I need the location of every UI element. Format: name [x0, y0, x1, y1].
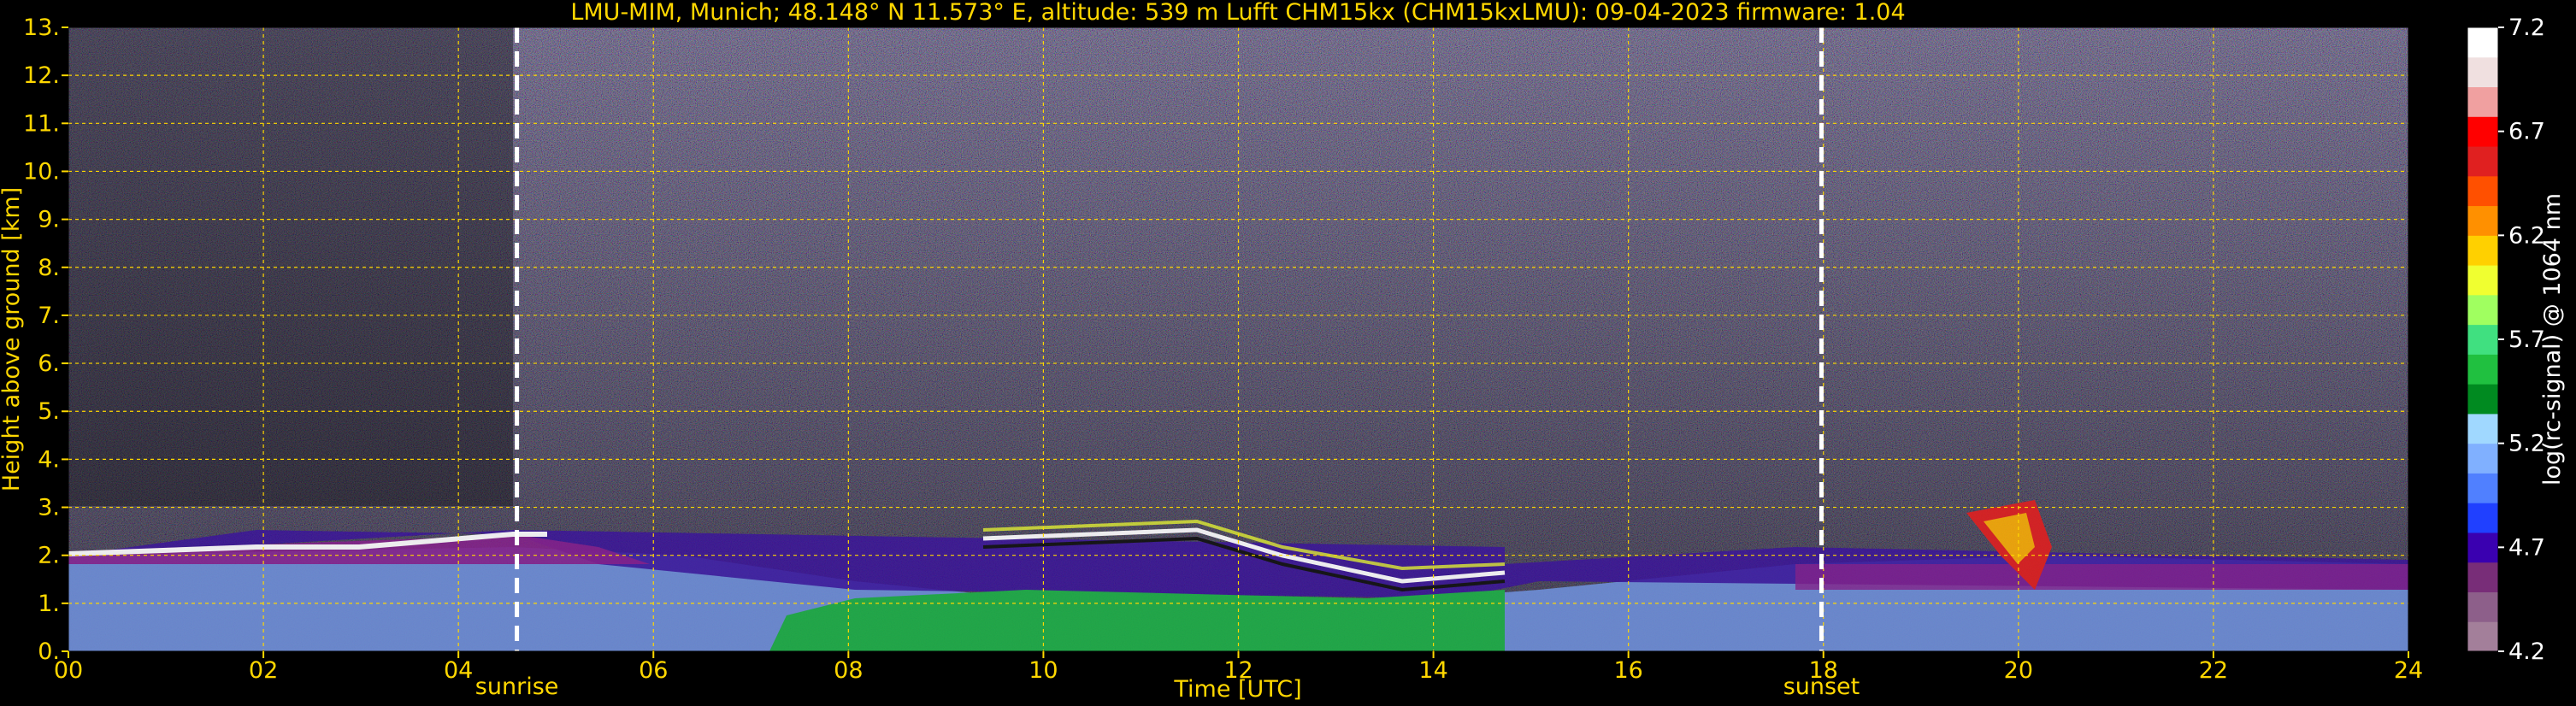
colorbar-swatch	[2467, 591, 2498, 622]
x-tick-label: 20	[2004, 657, 2033, 684]
plot-area	[68, 27, 2408, 651]
colorbar-swatch	[2467, 265, 2498, 296]
colorbar-label: log(rc-signal) @ 1064 nm	[2539, 193, 2566, 485]
colorbar-swatch	[2467, 621, 2498, 652]
colorbar-swatch	[2467, 384, 2498, 415]
x-tick-label: 16	[1613, 657, 1642, 684]
chart-title: LMU-MIM, Munich; 48.148° N 11.573° E, al…	[570, 0, 1905, 26]
y-tick-label: 1.	[38, 591, 60, 617]
colorbar-swatch	[2467, 205, 2498, 236]
colorbar-tick-label: 4.7	[2508, 534, 2545, 561]
marker-label-sunrise: sunrise	[475, 674, 559, 700]
y-tick-label: 10.	[23, 158, 60, 185]
ceilometer-backscatter-chart: LMU-MIM, Munich; 48.148° N 11.573° E, al…	[0, 0, 2566, 703]
x-tick-label: 04	[444, 657, 473, 684]
y-tick-label: 6.	[38, 350, 60, 377]
x-axis-label: Time [UTC]	[1173, 676, 1301, 703]
colorbar: 4.24.75.25.76.26.77.2	[2467, 15, 2545, 665]
x-tick-label: 14	[1418, 657, 1447, 684]
x-tick-label: 24	[2394, 657, 2423, 684]
x-tick-label: 18	[1809, 657, 1838, 684]
x-tick-label: 08	[834, 657, 863, 684]
y-tick-label: 5.	[38, 398, 60, 425]
colorbar-tick-label: 4.2	[2508, 638, 2545, 665]
y-tick-label: 13.	[23, 15, 60, 41]
y-axis-ticks: 0. 1. 2. 3. 4. 5. 6. 7. 8. 9. 10. 11. 12. 13.	[23, 15, 68, 665]
colorbar-swatch	[2467, 116, 2498, 147]
y-tick-label: 4.	[38, 446, 60, 473]
colorbar-swatch	[2467, 294, 2498, 326]
colorbar-swatch	[2467, 413, 2498, 444]
y-tick-label: 2.	[38, 543, 60, 569]
x-tick-label: 06	[639, 657, 668, 684]
x-tick-label: 10	[1029, 657, 1058, 684]
colorbar-tick-label: 6.7	[2508, 119, 2545, 145]
y-tick-label: 8.	[38, 255, 60, 281]
colorbar-swatch	[2467, 175, 2498, 207]
colorbar-swatch	[2467, 235, 2498, 266]
night-region-left	[68, 27, 513, 506]
y-tick-label: 0.	[38, 638, 60, 665]
y-tick-label: 9.	[38, 207, 60, 233]
x-tick-label: 22	[2199, 657, 2228, 684]
colorbar-swatch	[2467, 86, 2498, 117]
colorbar-tick-label: 7.2	[2508, 15, 2545, 41]
y-tick-label: 3.	[38, 495, 60, 521]
y-tick-label: 7.	[38, 303, 60, 329]
colorbar-swatch	[2467, 354, 2498, 385]
colorbar-swatch	[2467, 562, 2498, 592]
colorbar-swatch	[2467, 532, 2498, 563]
colorbar-swatch	[2467, 146, 2498, 177]
colorbar-swatch	[2467, 56, 2498, 88]
y-tick-label: 11.	[23, 110, 60, 137]
colorbar-swatch	[2467, 473, 2498, 503]
y-axis-label: Height above ground [km]	[0, 187, 25, 491]
colorbar-swatch	[2467, 27, 2498, 58]
y-tick-label: 12.	[23, 62, 60, 89]
colorbar-swatch	[2467, 503, 2498, 533]
x-tick-label: 02	[249, 657, 278, 684]
colorbar-swatch	[2467, 443, 2498, 474]
colorbar-swatch	[2467, 324, 2498, 355]
